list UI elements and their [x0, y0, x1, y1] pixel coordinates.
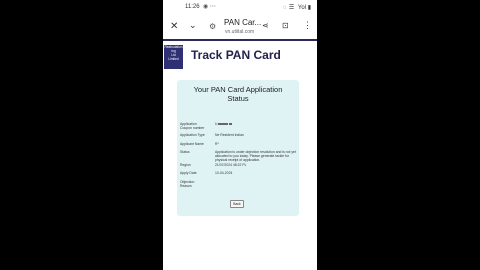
tune-icon[interactable]: ⚙ — [209, 22, 216, 31]
status-card: Your PAN Card Application Status Applica… — [177, 80, 299, 216]
tab-title[interactable]: PAN Car... — [224, 18, 261, 27]
page-header: Reabudation Ing Ltd Limited Track PAN Ca… — [163, 43, 317, 69]
browser-toolbar: ✕ ⌄ ⚙ PAN Car... vn.utiital.com ⋖ ⊡ ⋮ — [163, 14, 317, 38]
chevron-down-icon[interactable]: ⌄ — [189, 20, 197, 31]
clock: 11:26 — [185, 4, 200, 10]
field-value: Application is under objection resolutio… — [215, 150, 296, 162]
field-value: 21/07/2024 48:22 PL — [215, 163, 247, 167]
field-label: Region — [180, 163, 191, 167]
status-indicators: ◌ ☰ Yol ▮ — [282, 5, 311, 11]
divider — [163, 39, 317, 41]
field-label: Apply Date — [180, 171, 197, 175]
field-label: Applicant Name — [180, 142, 204, 146]
field-value: Ne Resident Indian — [215, 133, 244, 137]
page-title: Track PAN Card — [191, 48, 281, 62]
field-label: Application Coupon number — [180, 122, 205, 130]
share-icon[interactable]: ⋖ — [262, 21, 269, 30]
bookmark-icon[interactable]: ⊡ — [282, 21, 289, 30]
close-icon[interactable]: ✕ — [170, 21, 178, 32]
field-label: Status — [180, 150, 190, 154]
more-vertical-icon[interactable]: ⋮ — [303, 20, 312, 31]
field-value: U — [215, 122, 297, 126]
phone-screen: 11:26 ◉ ⋯ ◌ ☰ Yol ▮ ✕ ⌄ ⚙ PAN Car... vn.… — [163, 0, 317, 270]
page-domain[interactable]: vn.utiital.com — [225, 29, 254, 35]
back-button[interactable]: Back — [230, 200, 244, 208]
site-logo: Reabudation Ing Ltd Limited — [164, 45, 183, 69]
field-value: 10-04-2024 — [215, 171, 233, 175]
field-label: Application Type — [180, 133, 205, 137]
status-bar: 11:26 ◉ ⋯ ◌ ☰ Yol ▮ — [163, 0, 317, 14]
field-label: Objection Reason — [180, 180, 195, 188]
notification-icons: ◉ ⋯ — [203, 4, 216, 10]
field-value: R* — [215, 142, 219, 146]
card-title: Your PAN Card Application Status — [193, 85, 283, 103]
